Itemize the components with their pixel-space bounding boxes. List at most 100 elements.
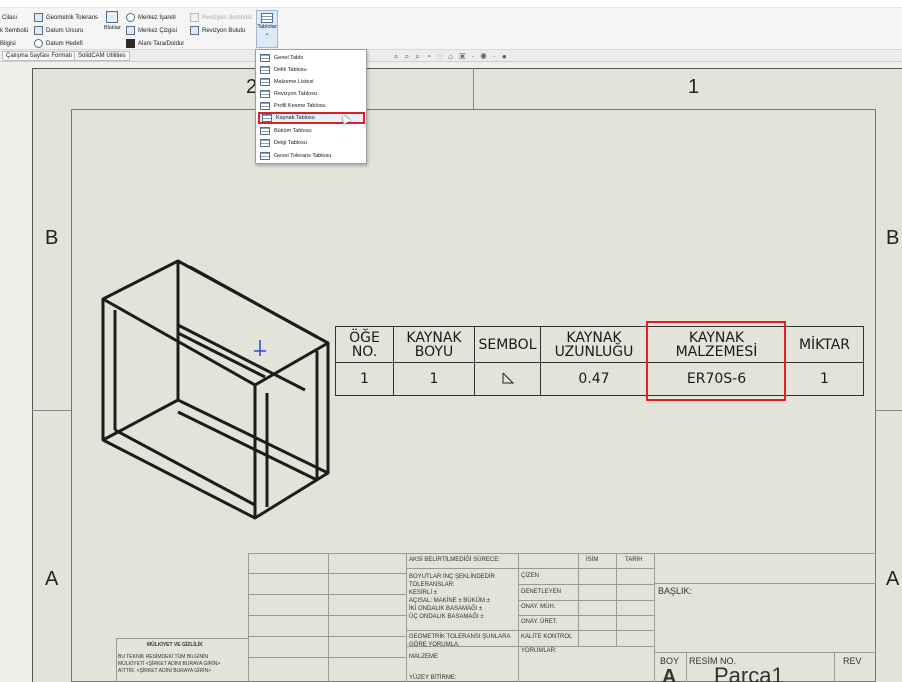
zone-label-b-left: B xyxy=(45,227,59,249)
cell-symbol[interactable] xyxy=(474,362,541,396)
menu-item-label: Kaynak Tablosu xyxy=(276,115,315,121)
title-block-iki-ondalik: İKİ ONDALIK BASAMAĞI ± xyxy=(409,606,483,612)
title-block-aksi: AKSİ BELİRTİLMEDİĞİ SÜRECE: xyxy=(409,557,500,563)
table-icon xyxy=(261,13,273,23)
ribbon-item-bilgisi[interactable]: Bilgisi xyxy=(0,38,16,49)
geometric-tolerance-button[interactable]: Geometrik Tolerans xyxy=(34,12,98,23)
divider xyxy=(248,636,406,637)
menu-item-general-tolerance-table[interactable]: Genel Tolerans Tablosu xyxy=(258,150,365,162)
weldment-frame-view[interactable] xyxy=(95,255,335,525)
centerline-icon xyxy=(126,26,135,35)
cell-quantity[interactable]: 1 xyxy=(785,362,864,396)
title-block-cizen: ÇİZEN xyxy=(521,573,539,579)
divider xyxy=(116,638,248,639)
header-weld-size[interactable]: KAYNAK BOYU xyxy=(393,326,475,363)
title-block-kesirli: KESİRLİ ± xyxy=(409,590,437,596)
ribbon-label: Revizyon Bulutu xyxy=(202,27,246,34)
title-block-mulkiyet-line3: AİTTİR. <ŞİRKET ADINI BURAYA GİRİN> xyxy=(118,668,212,674)
menu-item-bend-table[interactable]: Büküm Tablosu xyxy=(258,125,365,137)
title-block-onay-muh: ONAY. MÜH. xyxy=(521,604,556,610)
divider xyxy=(834,652,835,682)
tables-button[interactable]: Tablolar ⌄ xyxy=(256,10,278,48)
blocks-icon xyxy=(106,11,119,23)
title-block-boy: BOY xyxy=(660,656,680,666)
header-item-no[interactable]: ÖĞE NO. xyxy=(335,326,394,363)
header-quantity[interactable]: MİKTAR xyxy=(785,326,864,363)
title-block-acisal: AÇISAL: MAKİNE ± BÜKÜM ± xyxy=(409,598,490,604)
divider xyxy=(654,583,876,584)
title-block-mulkiyet-title: MÜLKİYET VE GİZLİLİK xyxy=(147,642,203,648)
zone-divider xyxy=(876,410,902,411)
datum-target-icon xyxy=(34,39,43,48)
divider xyxy=(406,630,518,631)
header-symbol[interactable]: SEMBOL xyxy=(474,326,541,363)
divider xyxy=(406,568,654,569)
ribbon-label: Alanı Tara/Doldur xyxy=(138,40,185,47)
center-mark-button[interactable]: Merkez İşareti xyxy=(126,12,176,23)
divider xyxy=(406,553,407,682)
title-block-denetleyen: DENETLEYEN xyxy=(521,589,562,595)
zone-divider xyxy=(32,410,71,411)
ribbon-label: Merkez İşareti xyxy=(138,14,176,21)
menu-item-label: Malzeme Listesi xyxy=(274,79,314,85)
ribbon: Cilası k Sembolü Bilgisi Geometrik Toler… xyxy=(0,0,902,50)
menu-item-hole-table[interactable]: Delik Tablosu xyxy=(258,64,365,76)
center-mark-icon xyxy=(126,13,135,22)
bend-table-icon xyxy=(260,127,270,135)
ribbon-item-sembol[interactable]: k Sembolü xyxy=(0,25,28,36)
header-weld-material[interactable]: KAYNAK MALZEMESİ xyxy=(647,326,786,363)
divider xyxy=(248,573,406,574)
blocks-button[interactable]: Bloklar xyxy=(104,11,121,31)
ribbon-item-cilasi[interactable]: Cilası xyxy=(2,12,17,23)
menu-item-label: Genel Tolerans Tablosu xyxy=(274,153,332,159)
divider xyxy=(518,600,654,601)
area-hatch-button[interactable]: Alanı Tara/Doldur xyxy=(126,38,184,49)
tables-dropdown-menu: Genel Tablo Delik Tablosu Malzeme Listes… xyxy=(255,49,367,164)
tab-solidcam-utilities[interactable]: SolidCAM Utilities xyxy=(74,51,130,61)
ribbon-label: Datum Ursuru xyxy=(46,27,84,34)
weld-table[interactable]: ÖĞE NO. KAYNAK BOYU SEMBOL KAYNAK UZUNLU… xyxy=(335,326,864,396)
menu-item-revision-table[interactable]: Revizyon Tablosu xyxy=(258,88,365,100)
title-block-uc-ondalik: ÜÇ ONDALIK BASAMAĞI ± xyxy=(409,614,484,620)
title-block-toleranslar: TOLERANSLAR: xyxy=(409,582,455,588)
menu-item-cut-list-table[interactable]: Profil Kesme Tablosu xyxy=(258,100,365,112)
header-weld-length[interactable]: KAYNAK UZUNLUĞU xyxy=(540,326,648,363)
fillet-weld-symbol-icon xyxy=(502,372,514,383)
divider xyxy=(518,553,519,682)
datum-feature-button[interactable]: Datum Ursuru xyxy=(34,25,83,36)
cell-weld-material[interactable]: ER70S-6 xyxy=(647,362,786,396)
title-block-tarih: TARİH xyxy=(625,557,643,563)
menu-item-general-table[interactable]: Genel Tablo xyxy=(258,52,365,64)
revision-cloud-button[interactable]: Revizyon Bulutu xyxy=(190,25,245,36)
zone-label-b-right: B xyxy=(886,227,900,249)
divider xyxy=(654,553,655,682)
divider xyxy=(518,584,654,585)
divider xyxy=(248,657,406,658)
general-tolerance-table-icon xyxy=(260,152,270,160)
table-row: 1 1 0.47 ER70S-6 1 xyxy=(335,362,864,396)
ribbon-label: Revizyon Sembolü xyxy=(202,14,253,21)
blocks-label: Bloklar xyxy=(104,25,121,31)
cell-weld-length[interactable]: 0.47 xyxy=(540,362,648,396)
heads-up-view-toolbar[interactable]: ⌕ ⌕ ⌕ ◔ ◌ ⌂ ▣ · ◉ · ● xyxy=(394,52,509,63)
title-block-part-number: Parça1 xyxy=(714,663,784,682)
divider xyxy=(248,594,406,595)
title-block-mulkiyet-line1: BU TEKNİK RESİMDEKİ TÜM BİLGİNİN xyxy=(118,654,209,660)
menu-item-bom[interactable]: Malzeme Listesi xyxy=(258,76,365,88)
revision-symbol-button[interactable]: Revizyon Sembolü xyxy=(190,12,252,23)
menu-item-label: Revizyon Tablosu xyxy=(274,91,318,97)
menu-item-label: Profil Kesme Tablosu xyxy=(274,103,326,109)
title-block-gore: GÖRE YORUMLA: xyxy=(409,642,460,648)
title-block-onay-uret: ONAY. ÜRET. xyxy=(521,619,558,625)
tab-sheet-format[interactable]: Çalışma Sayfası Formatı xyxy=(2,51,77,61)
menu-item-punch-table[interactable]: Delgi Tablosu xyxy=(258,137,365,149)
datum-target-button[interactable]: Datum Hedefi xyxy=(34,38,83,49)
divider xyxy=(248,615,406,616)
general-table-icon xyxy=(260,54,270,62)
centerline-button[interactable]: Merkez Çizgisi xyxy=(126,25,177,36)
weld-table-header-row: ÖĞE NO. KAYNAK BOYU SEMBOL KAYNAK UZUNLU… xyxy=(335,326,864,363)
divider xyxy=(116,638,117,682)
cell-item-no[interactable]: 1 xyxy=(335,362,394,396)
cell-weld-size[interactable]: 1 xyxy=(393,362,475,396)
title-block-kalite: KALİTE KONTROL xyxy=(521,634,573,640)
